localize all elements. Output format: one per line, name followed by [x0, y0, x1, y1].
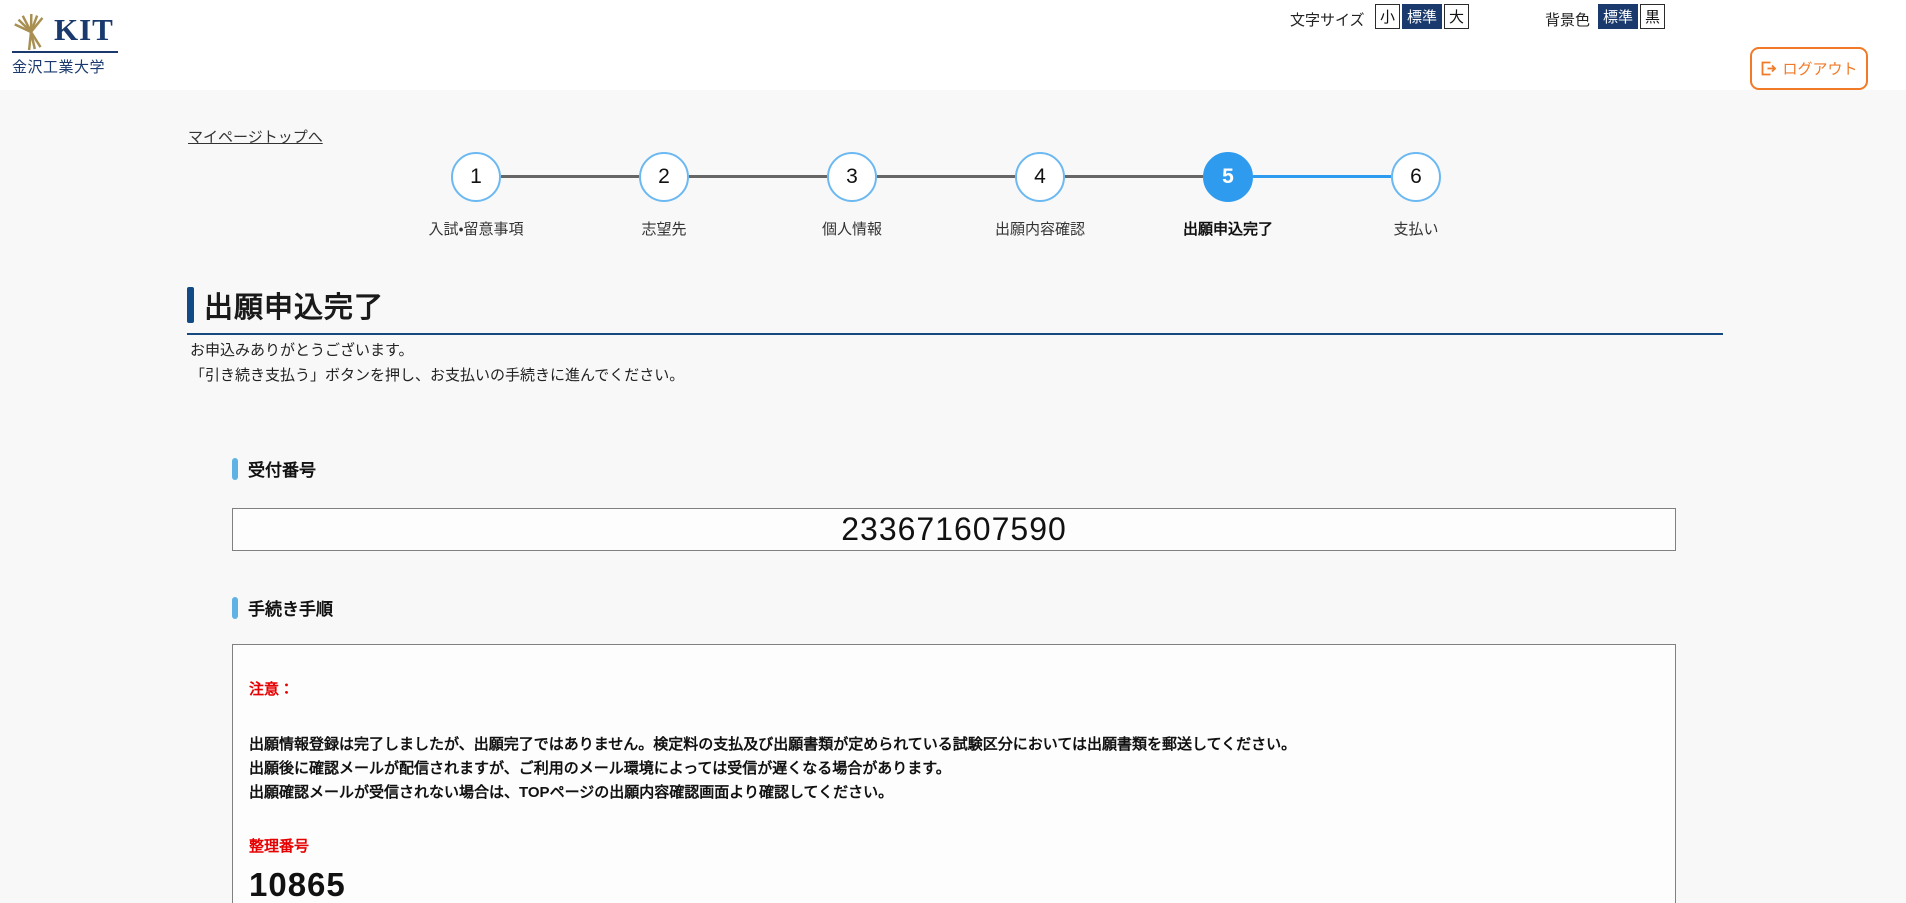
- intro-text: お申込みありがとうございます。 「引き続き支払う」ボタンを押し、お支払いの手続き…: [190, 338, 684, 388]
- step-5-circle: 5: [1203, 152, 1253, 202]
- mypage-top-link[interactable]: マイページトップへ: [188, 126, 323, 147]
- reception-number-box: 233671607590: [232, 508, 1676, 551]
- reference-number-value: 10865: [249, 866, 1657, 903]
- font-size-label: 文字サイズ: [1290, 9, 1365, 30]
- intro-line-2: 「引き続き支払う」ボタンを押し、お支払いの手続きに進んでください。: [190, 363, 684, 388]
- logo-divider: [12, 51, 118, 53]
- step-6-circle: 6: [1391, 152, 1441, 202]
- notice-line-3: 出願確認メールが受信されない場合は、TOPページの出願内容確認画面より確認してく…: [249, 781, 1657, 805]
- font-size-standard-button[interactable]: 標準: [1402, 4, 1442, 29]
- bg-standard-button[interactable]: 標準: [1598, 4, 1638, 29]
- procedure-heading-text: 手続き手順: [248, 595, 333, 620]
- step-4-circle: 4: [1015, 152, 1065, 202]
- bg-color-control: 標準 黒: [1596, 4, 1665, 29]
- step-4-label: 出願内容確認: [995, 218, 1085, 239]
- procedure-notice-box: 注意： 出願情報登録は完了しましたが、出願完了ではありません。検定料の支払及び出…: [232, 644, 1676, 903]
- font-size-large-button[interactable]: 大: [1444, 4, 1469, 29]
- font-size-small-button[interactable]: 小: [1375, 4, 1400, 29]
- notice-text: 出願情報登録は完了しましたが、出願完了ではありません。検定料の支払及び出願書類が…: [249, 733, 1657, 805]
- logout-icon: [1760, 60, 1777, 77]
- step-4-confirm: 4 出願内容確認: [946, 152, 1134, 239]
- title-accent-bar: [187, 287, 194, 323]
- notice-label: 注意：: [249, 678, 1657, 699]
- university-name: 金沢工業大学: [12, 56, 122, 77]
- bg-color-label: 背景色: [1545, 9, 1590, 30]
- step-2-label: 志望先: [641, 218, 686, 239]
- page-title: 出願申込完了: [204, 284, 384, 326]
- intro-line-1: お申込みありがとうございます。: [190, 338, 684, 363]
- step-6-payment: 6 支払い: [1322, 152, 1510, 239]
- bg-black-button[interactable]: 黒: [1640, 4, 1665, 29]
- section-accent-bar: [232, 597, 238, 619]
- logo-acronym: KIT: [54, 12, 114, 48]
- step-5-label: 出願申込完了: [1183, 218, 1273, 239]
- reception-number-value: 233671607590: [841, 511, 1067, 548]
- notice-line-2: 出願後に確認メールが配信されますが、ご利用のメール環境によっては受信が遅くなる場…: [249, 757, 1657, 781]
- step-1-label: 入試・留意事項: [428, 218, 523, 239]
- main-content: マイページトップへ 1 入試・留意事項 2 志望先 3 個人情報 4 出願内容確…: [0, 90, 1906, 903]
- application-stepper: 1 入試・留意事項 2 志望先 3 個人情報 4 出願内容確認 5 出願申込完了…: [382, 152, 1510, 247]
- step-3-circle: 3: [827, 152, 877, 202]
- reference-number-label: 整理番号: [249, 835, 1657, 856]
- step-6-label: 支払い: [1393, 218, 1438, 239]
- reception-heading-text: 受付番号: [248, 456, 316, 481]
- kit-emblem-icon: [12, 12, 50, 50]
- procedure-heading: 手続き手順: [232, 595, 333, 620]
- step-1-exam-notes: 1 入試・留意事項: [382, 152, 570, 239]
- step-2-choice: 2 志望先: [570, 152, 758, 239]
- font-size-control: 小 標準 大: [1373, 4, 1469, 29]
- header: KIT 金沢工業大学 文字サイズ 小 標準 大 背景色 標準 黒 ログアウト: [0, 0, 1906, 90]
- reception-number-heading: 受付番号: [232, 456, 316, 481]
- notice-line-1: 出願情報登録は完了しましたが、出願完了ではありません。検定料の支払及び出願書類が…: [249, 733, 1657, 757]
- step-5-complete: 5 出願申込完了: [1134, 152, 1322, 239]
- page-title-section: 出願申込完了: [187, 284, 1723, 335]
- section-accent-bar: [232, 458, 238, 480]
- logout-label: ログアウト: [1782, 58, 1857, 79]
- step-1-circle: 1: [451, 152, 501, 202]
- step-3-personal-info: 3 個人情報: [758, 152, 946, 239]
- kit-logo: KIT 金沢工業大学: [12, 12, 122, 77]
- step-2-circle: 2: [639, 152, 689, 202]
- logout-button[interactable]: ログアウト: [1750, 47, 1868, 90]
- step-3-label: 個人情報: [822, 218, 882, 239]
